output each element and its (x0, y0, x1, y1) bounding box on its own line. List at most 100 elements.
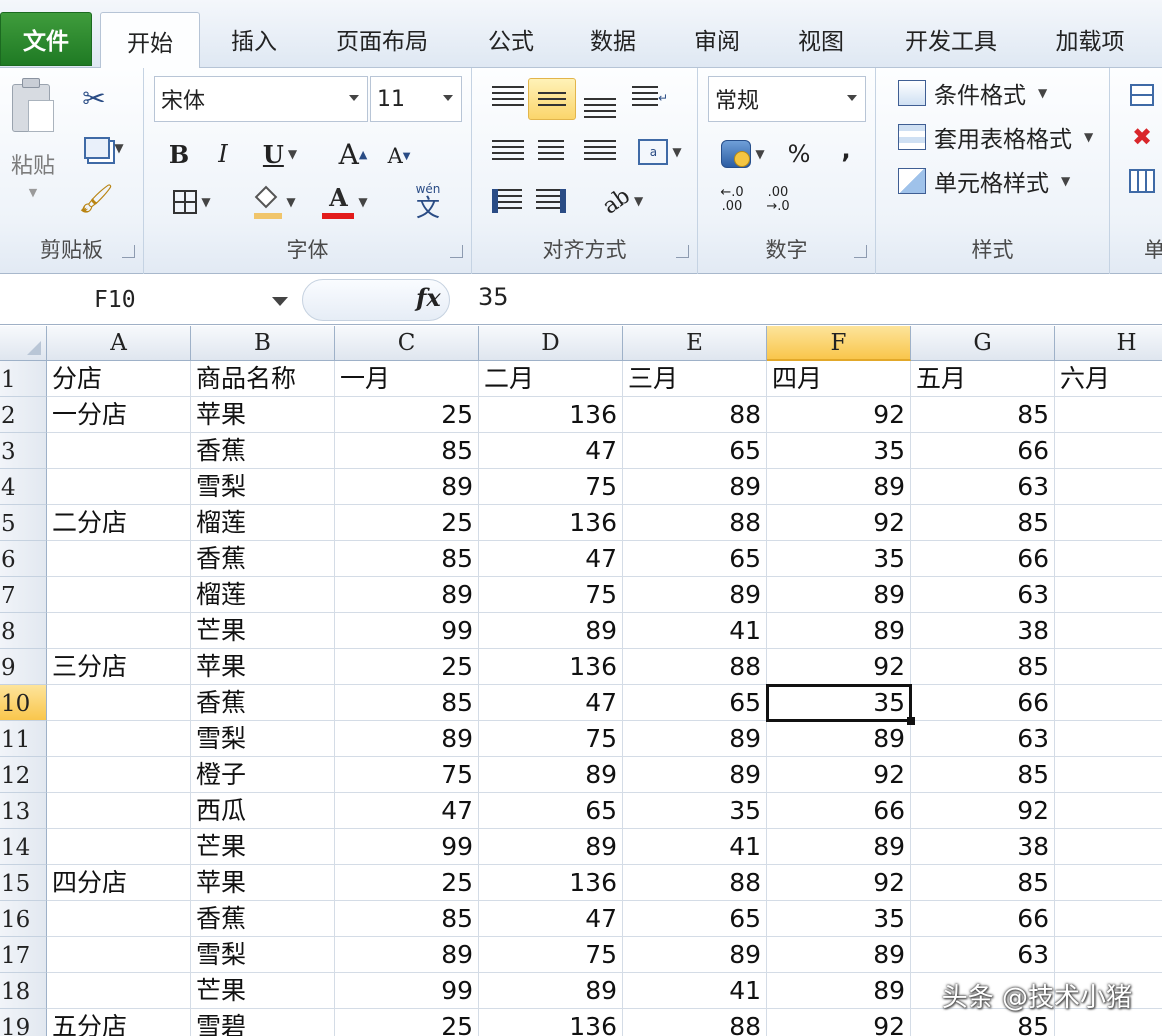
cell-b19[interactable]: 雪碧 (191, 1009, 335, 1036)
tab-home[interactable]: 开始 (100, 12, 200, 69)
cell-h4[interactable] (1055, 469, 1162, 505)
cell-g13[interactable]: 92 (911, 793, 1055, 829)
bold-button[interactable]: B (162, 136, 196, 172)
increase-indent-icon[interactable] (534, 184, 568, 218)
cell-e3[interactable]: 65 (623, 433, 767, 469)
cell-b11[interactable]: 雪梨 (191, 721, 335, 757)
cell-e12[interactable]: 89 (623, 757, 767, 793)
cell-d7[interactable]: 75 (479, 577, 623, 613)
cell-e16[interactable]: 65 (623, 901, 767, 937)
cell-h16[interactable] (1055, 901, 1162, 937)
cell-c1[interactable]: 一月 (335, 361, 479, 397)
cell-a2[interactable]: 一分店 (47, 397, 191, 433)
tab-developer[interactable]: 开发工具 (896, 16, 1006, 62)
cell-c16[interactable]: 85 (335, 901, 479, 937)
column-header-d[interactable]: D (479, 326, 623, 361)
cell-f5[interactable]: 92 (767, 505, 911, 541)
cell-e5[interactable]: 88 (623, 505, 767, 541)
select-all-corner[interactable] (0, 326, 47, 361)
cell-g4[interactable]: 63 (911, 469, 1055, 505)
cell-d11[interactable]: 75 (479, 721, 623, 757)
tab-insert[interactable]: 插入 (222, 16, 286, 62)
row-header-4[interactable]: 4 (0, 469, 47, 505)
phonetic-button[interactable]: wén 文 (396, 180, 460, 224)
cell-g6[interactable]: 66 (911, 541, 1055, 577)
cell-a15[interactable]: 四分店 (47, 865, 191, 901)
cell-c4[interactable]: 89 (335, 469, 479, 505)
font-size-combo[interactable]: 11 (370, 76, 462, 122)
paste-button[interactable]: 粘贴 ▼ (4, 76, 62, 200)
format-cells-icon[interactable] (1124, 166, 1160, 196)
cell-b7[interactable]: 榴莲 (191, 577, 335, 613)
cell-f16[interactable]: 35 (767, 901, 911, 937)
orientation-button[interactable]: ab ▼ (596, 182, 650, 220)
cell-c8[interactable]: 99 (335, 613, 479, 649)
cell-b16[interactable]: 香蕉 (191, 901, 335, 937)
cell-g8[interactable]: 38 (911, 613, 1055, 649)
cell-h10[interactable] (1055, 685, 1162, 721)
cell-a5[interactable]: 二分店 (47, 505, 191, 541)
cut-icon[interactable]: ✂ (76, 80, 112, 116)
cell-e10[interactable]: 65 (623, 685, 767, 721)
cell-e6[interactable]: 65 (623, 541, 767, 577)
column-header-g[interactable]: G (911, 326, 1055, 361)
cell-e13[interactable]: 35 (623, 793, 767, 829)
cell-f11[interactable]: 89 (767, 721, 911, 757)
cell-d12[interactable]: 89 (479, 757, 623, 793)
cell-b4[interactable]: 雪梨 (191, 469, 335, 505)
cell-c9[interactable]: 25 (335, 649, 479, 685)
tab-review[interactable]: 审阅 (686, 16, 748, 62)
cell-f2[interactable]: 92 (767, 397, 911, 433)
cell-c13[interactable]: 47 (335, 793, 479, 829)
cell-c15[interactable]: 25 (335, 865, 479, 901)
tab-addins[interactable]: 加载项 (1048, 16, 1132, 62)
decrease-indent-icon[interactable] (490, 184, 524, 218)
cell-f15[interactable]: 92 (767, 865, 911, 901)
cell-h8[interactable] (1055, 613, 1162, 649)
cell-a10[interactable] (47, 685, 191, 721)
delete-cells-icon[interactable]: ✖ (1124, 122, 1160, 152)
cell-f19[interactable]: 92 (767, 1009, 911, 1036)
cell-e8[interactable]: 41 (623, 613, 767, 649)
cell-d1[interactable]: 二月 (479, 361, 623, 397)
cell-f9[interactable]: 92 (767, 649, 911, 685)
cell-a6[interactable] (47, 541, 191, 577)
cell-a17[interactable] (47, 937, 191, 973)
row-header-17[interactable]: 17 (0, 937, 47, 973)
cell-h7[interactable] (1055, 577, 1162, 613)
cell-c19[interactable]: 25 (335, 1009, 479, 1036)
cell-e18[interactable]: 41 (623, 973, 767, 1009)
cell-h15[interactable] (1055, 865, 1162, 901)
cell-b8[interactable]: 芒果 (191, 613, 335, 649)
row-header-8[interactable]: 8 (0, 613, 47, 649)
cell-g14[interactable]: 38 (911, 829, 1055, 865)
number-format-combo[interactable]: 常规 (708, 76, 866, 122)
cell-b17[interactable]: 雪梨 (191, 937, 335, 973)
cell-f1[interactable]: 四月 (767, 361, 911, 397)
cell-a9[interactable]: 三分店 (47, 649, 191, 685)
cell-d9[interactable]: 136 (479, 649, 623, 685)
cell-h12[interactable] (1055, 757, 1162, 793)
tab-data[interactable]: 数据 (582, 16, 644, 62)
cell-a4[interactable] (47, 469, 191, 505)
copy-button[interactable]: ▼ (76, 130, 132, 166)
cell-e14[interactable]: 41 (623, 829, 767, 865)
cell-c18[interactable]: 99 (335, 973, 479, 1009)
column-header-b[interactable]: B (191, 326, 335, 361)
alignment-dialog-launcher[interactable] (676, 245, 689, 258)
cell-styles-button[interactable]: 单元格样式 ▼ (898, 164, 1070, 198)
insert-function-icon[interactable]: fx (416, 283, 441, 312)
cell-g12[interactable]: 85 (911, 757, 1055, 793)
cell-c12[interactable]: 75 (335, 757, 479, 793)
cell-c14[interactable]: 99 (335, 829, 479, 865)
cell-b5[interactable]: 榴莲 (191, 505, 335, 541)
cell-d19[interactable]: 136 (479, 1009, 623, 1036)
row-header-7[interactable]: 7 (0, 577, 47, 613)
cell-h6[interactable] (1055, 541, 1162, 577)
cell-b15[interactable]: 苹果 (191, 865, 335, 901)
cell-d14[interactable]: 89 (479, 829, 623, 865)
cell-d6[interactable]: 47 (479, 541, 623, 577)
cell-f3[interactable]: 35 (767, 433, 911, 469)
cell-f10[interactable]: 35 (766, 684, 915, 725)
row-header-15[interactable]: 15 (0, 865, 47, 901)
